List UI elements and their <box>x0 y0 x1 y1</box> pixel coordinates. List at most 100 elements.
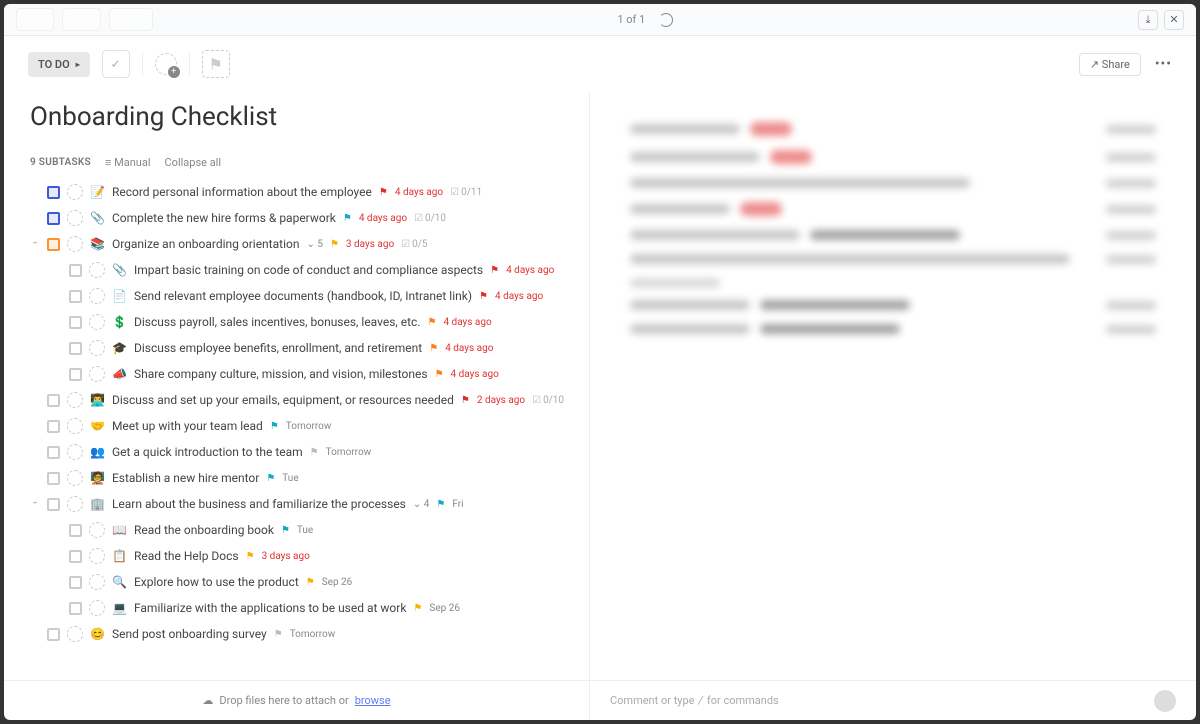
task-row[interactable]: 🧑‍🏫Establish a new hire mentor⚑Tue <box>30 465 579 491</box>
assignee-icon[interactable] <box>89 366 105 382</box>
task-checkbox[interactable] <box>47 238 60 251</box>
assignee-icon[interactable] <box>67 470 83 486</box>
flag-icon[interactable]: ⚑ <box>246 551 255 562</box>
flag-icon[interactable]: ⚑ <box>343 213 352 224</box>
refresh-icon[interactable] <box>659 13 673 27</box>
flag-icon[interactable]: ⚑ <box>274 629 283 640</box>
due-date[interactable]: 3 days ago <box>262 551 310 562</box>
flag-icon[interactable]: ⚑ <box>479 291 488 302</box>
task-checkbox[interactable] <box>69 264 82 277</box>
task-row[interactable]: 👨‍💻Discuss and set up your emails, equip… <box>30 387 579 413</box>
task-row[interactable]: 🔍Explore how to use the product⚑Sep 26 <box>30 569 579 595</box>
task-row[interactable]: 📣Share company culture, mission, and vis… <box>30 361 579 387</box>
flag-icon[interactable]: ⚑ <box>310 447 319 458</box>
assign-button[interactable] <box>155 53 177 75</box>
task-checkbox[interactable] <box>47 472 60 485</box>
due-date[interactable]: 4 days ago <box>451 369 499 380</box>
due-date[interactable]: 4 days ago <box>395 187 443 198</box>
status-dropdown[interactable]: TO DO ▸ <box>28 52 90 77</box>
flag-icon[interactable]: ⚑ <box>306 577 315 588</box>
due-date[interactable]: 4 days ago <box>445 343 493 354</box>
flag-icon[interactable]: ⚑ <box>379 187 388 198</box>
task-row[interactable]: 😊Send post onboarding survey⚑Tomorrow <box>30 621 579 647</box>
due-date[interactable]: Fri <box>452 499 463 510</box>
close-button[interactable]: ✕ <box>1164 10 1184 30</box>
task-checkbox[interactable] <box>47 420 60 433</box>
assignee-icon[interactable] <box>89 574 105 590</box>
assignee-icon[interactable] <box>89 522 105 538</box>
task-checkbox[interactable] <box>69 342 82 355</box>
due-date[interactable]: 4 days ago <box>443 317 491 328</box>
task-row[interactable]: −🏢Learn about the business and familiari… <box>30 491 579 517</box>
flag-icon[interactable]: ⚑ <box>413 603 422 614</box>
subtask-count[interactable]: ⌄ 5 <box>306 239 322 250</box>
complete-button[interactable]: ✓ <box>102 50 130 78</box>
due-date[interactable]: 4 days ago <box>495 291 543 302</box>
send-button[interactable] <box>1154 690 1176 712</box>
flag-icon[interactable]: ⚑ <box>266 473 275 484</box>
assignee-icon[interactable] <box>67 418 83 434</box>
expand-toggle[interactable]: − <box>30 499 40 509</box>
flag-icon[interactable]: ⚑ <box>281 525 290 536</box>
due-date[interactable]: 4 days ago <box>359 213 407 224</box>
sort-manual[interactable]: ≡ Manual <box>105 156 151 169</box>
assignee-icon[interactable] <box>89 314 105 330</box>
task-row[interactable]: 🤝Meet up with your team lead⚑Tomorrow <box>30 413 579 439</box>
flag-icon[interactable]: ⚑ <box>461 395 470 406</box>
task-checkbox[interactable] <box>47 498 60 511</box>
task-checkbox[interactable] <box>69 550 82 563</box>
task-checkbox[interactable] <box>47 446 60 459</box>
browse-link[interactable]: browse <box>355 694 391 707</box>
tab-1[interactable] <box>16 8 54 31</box>
priority-button[interactable]: ⚑ <box>202 50 230 78</box>
task-checkbox[interactable] <box>47 628 60 641</box>
task-row[interactable]: 👥Get a quick introduction to the team⚑To… <box>30 439 579 465</box>
task-row[interactable]: 🎓Discuss employee benefits, enrollment, … <box>30 335 579 361</box>
tab-2[interactable] <box>62 8 100 31</box>
due-date[interactable]: 4 days ago <box>506 265 554 276</box>
task-row[interactable]: 📄Send relevant employee documents (handb… <box>30 283 579 309</box>
task-row[interactable]: −📚Organize an onboarding orientation⌄ 5⚑… <box>30 231 579 257</box>
page-title[interactable]: Onboarding Checklist <box>30 102 563 132</box>
task-checkbox[interactable] <box>47 212 60 225</box>
assignee-icon[interactable] <box>67 184 83 200</box>
assignee-icon[interactable] <box>67 236 83 252</box>
assignee-icon[interactable] <box>67 626 83 642</box>
task-checkbox[interactable] <box>69 524 82 537</box>
comment-input[interactable]: Comment or type / for commands <box>590 680 1196 720</box>
task-row[interactable]: 📎Impart basic training on code of conduc… <box>30 257 579 283</box>
flag-icon[interactable]: ⚑ <box>429 343 438 354</box>
task-checkbox[interactable] <box>69 290 82 303</box>
assignee-icon[interactable] <box>89 340 105 356</box>
minimize-button[interactable]: ⤓ <box>1138 10 1158 30</box>
flag-icon[interactable]: ⚑ <box>427 317 436 328</box>
task-row[interactable]: 📋Read the Help Docs⚑3 days ago <box>30 543 579 569</box>
task-checkbox[interactable] <box>47 186 60 199</box>
task-row[interactable]: 📖Read the onboarding book⚑Tue <box>30 517 579 543</box>
expand-toggle[interactable]: − <box>30 239 40 249</box>
assignee-icon[interactable] <box>67 444 83 460</box>
due-date[interactable]: Tomorrow <box>286 421 332 432</box>
collapse-all[interactable]: Collapse all <box>165 156 222 169</box>
assignee-icon[interactable] <box>89 262 105 278</box>
subtask-count[interactable]: ⌄ 4 <box>413 499 429 510</box>
tab-3[interactable] <box>109 8 153 31</box>
due-date[interactable]: Sep 26 <box>322 577 353 588</box>
more-menu-button[interactable]: ••• <box>1155 56 1172 72</box>
due-date[interactable]: Tue <box>282 473 298 484</box>
task-checkbox[interactable] <box>69 368 82 381</box>
task-checkbox[interactable] <box>69 602 82 615</box>
task-row[interactable]: 📝Record personal information about the e… <box>30 179 579 205</box>
assignee-icon[interactable] <box>67 496 83 512</box>
due-date[interactable]: 2 days ago <box>477 395 525 406</box>
assignee-icon[interactable] <box>89 600 105 616</box>
task-row[interactable]: 📎Complete the new hire forms & paperwork… <box>30 205 579 231</box>
flag-icon[interactable]: ⚑ <box>330 239 339 250</box>
task-checkbox[interactable] <box>47 394 60 407</box>
flag-icon[interactable]: ⚑ <box>490 265 499 276</box>
task-list[interactable]: 📝Record personal information about the e… <box>4 175 589 680</box>
due-date[interactable]: Tomorrow <box>326 447 372 458</box>
attachment-dropzone[interactable]: ☁ Drop files here to attach or browse <box>4 680 589 720</box>
due-date[interactable]: Tomorrow <box>290 629 336 640</box>
assignee-icon[interactable] <box>67 210 83 226</box>
